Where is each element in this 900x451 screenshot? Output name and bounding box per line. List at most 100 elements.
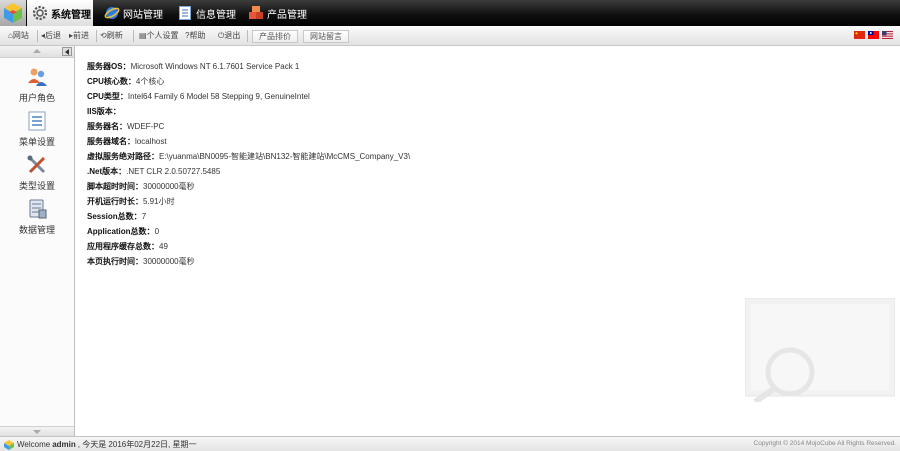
refresh-button[interactable]: ⟲刷新: [100, 29, 123, 43]
sidebar-header: [0, 46, 74, 58]
sidebar-item-type-settings[interactable]: 类型设置: [0, 154, 74, 196]
tab-label: 网站管理: [123, 9, 163, 21]
flag-tw-icon[interactable]: [868, 31, 879, 39]
info-key: 本页执行时间：: [87, 257, 143, 266]
gear-icon: [32, 5, 48, 21]
info-value: 49: [159, 242, 168, 251]
info-key: CPU核心数：: [87, 77, 136, 86]
sidebar: 用户角色 菜单设置 类型设置 数据管理: [0, 46, 75, 436]
forward-button[interactable]: ▸前进: [69, 29, 89, 43]
home-button[interactable]: ⌂网站: [8, 29, 29, 43]
info-value: WDEF-PC: [127, 122, 165, 131]
tab-label: 产品管理: [267, 9, 307, 21]
tab-label: 信息管理: [196, 9, 236, 21]
collapse-sidebar-button[interactable]: [62, 47, 72, 56]
users-icon: [28, 68, 47, 86]
info-value: 5.91小时: [143, 197, 175, 206]
flag-us-icon[interactable]: [882, 31, 893, 39]
info-value: .NET CLR 2.0.50727.5485: [126, 167, 221, 176]
tools-icon: [27, 155, 46, 174]
info-row-page-execution-time: 本页执行时间：30000000毫秒: [87, 255, 195, 269]
help-button[interactable]: ?帮助: [185, 29, 205, 43]
website-messages-button[interactable]: 网站留言: [303, 30, 349, 43]
toolbar-label: 前进: [73, 31, 90, 40]
info-row-server-name: 服务器名：WDEF-PC: [87, 120, 164, 134]
tab-website-management[interactable]: 网站管理: [104, 0, 163, 26]
info-row-cpu-cores: CPU核心数：4个核心: [87, 75, 164, 89]
sidebar-footer: [0, 426, 74, 436]
magnifier-watermark-icon: [745, 298, 895, 402]
info-value: 30000000毫秒: [143, 182, 195, 191]
info-row-os: 服务器OS：Microsoft Windows NT 6.1.7601 Serv…: [87, 60, 299, 74]
info-row-dotnet-version: .Net版本：.NET CLR 2.0.50727.5485: [87, 165, 220, 179]
sidebar-item-label: 数据管理: [18, 225, 55, 235]
info-key: .Net版本：: [87, 167, 127, 176]
info-value: 0: [154, 227, 160, 236]
sidebar-item-data-management[interactable]: 数据管理: [0, 198, 74, 240]
welcome-label: Welcome: [17, 440, 51, 449]
flag-cn-icon[interactable]: [854, 31, 865, 39]
info-row-uptime: 开机运行时长：5.91小时: [87, 195, 175, 209]
top-nav-bar: 系统管理 网站管理 信息管理 产品管理: [0, 0, 900, 26]
current-date: , 今天是 2016年02月22日, 星期一: [77, 440, 197, 449]
sidebar-item-label: 用户角色: [18, 93, 55, 103]
scroll-down-icon[interactable]: [33, 430, 41, 434]
globe-icon: [104, 5, 120, 21]
info-value: 7: [141, 212, 147, 221]
info-key: IIS版本：: [87, 107, 121, 116]
info-value: Intel64 Family 6 Model 58 Stepping 9, Ge…: [127, 92, 310, 101]
tab-label: 系统管理: [51, 9, 91, 21]
product-pricing-button[interactable]: 产品排价: [252, 30, 298, 43]
info-row-iis-version: IIS版本：: [87, 105, 121, 119]
toolbar-divider: [37, 30, 38, 42]
info-row-server-domain: 服务器域名：localhost: [87, 135, 167, 149]
tab-product-management[interactable]: 产品管理: [248, 0, 307, 26]
boxes-icon: [248, 5, 264, 21]
back-button[interactable]: ◂后退: [41, 29, 61, 43]
document-icon: [177, 5, 193, 21]
personal-settings-button[interactable]: ▤个人设置: [139, 29, 179, 43]
info-value: 4个核心: [135, 77, 165, 86]
toolbar-label: 帮助: [189, 31, 206, 40]
info-key: Session总数：: [87, 212, 142, 221]
menu-list-icon: [28, 111, 46, 131]
settings-icon: ▤: [139, 31, 147, 40]
toolbar-label: 退出: [224, 31, 241, 40]
toolbar-divider: [96, 30, 97, 42]
toolbar-label: 后退: [45, 31, 62, 40]
info-key: 服务器名：: [87, 122, 127, 131]
copyright-text: Copyright © 2014 MojoCube All Rights Res…: [753, 440, 896, 447]
info-key: 应用程序缓存总数：: [87, 242, 159, 251]
info-value: Microsoft Windows NT 6.1.7601 Service Pa…: [130, 62, 300, 71]
info-value: E:\yuanma\BN0095-智能建站\BN132-智能建站\McCMS_C…: [159, 152, 411, 161]
info-row-application-count: Application总数：0: [87, 225, 159, 239]
info-value: localhost: [135, 137, 167, 146]
info-row-virtual-path: 虚拟服务绝对路径：E:\yuanma\BN0095-智能建站\BN132-智能建…: [87, 150, 410, 164]
info-key: 脚本超时时间：: [87, 182, 143, 191]
info-key: 服务器OS：: [87, 62, 131, 71]
info-row-cache-count: 应用程序缓存总数：49: [87, 240, 168, 254]
toolbar-label: 个人设置: [146, 31, 179, 40]
scroll-up-icon[interactable]: [33, 49, 41, 53]
info-key: Application总数：: [87, 227, 155, 236]
info-row-session-count: Session总数：7: [87, 210, 146, 224]
toolbar-divider: [133, 30, 134, 42]
cube-logo-icon: [4, 3, 22, 23]
sidebar-item-menu-settings[interactable]: 菜单设置: [0, 110, 74, 152]
database-icon: [29, 199, 47, 219]
info-key: 虚拟服务绝对路径：: [87, 152, 159, 161]
tab-info-management[interactable]: 信息管理: [177, 0, 236, 26]
info-key: 服务器域名：: [87, 137, 135, 146]
toolbar: ⌂网站 ◂后退 ▸前进 ⟲刷新 ▤个人设置 ?帮助 ⏻退出 产品排价 网站留言: [0, 26, 900, 46]
tab-system-management[interactable]: 系统管理: [27, 0, 93, 26]
info-key: CPU类型：: [87, 92, 128, 101]
refresh-icon: ⟲: [100, 31, 107, 40]
info-row-script-timeout: 脚本超时时间：30000000毫秒: [87, 180, 195, 194]
logout-button[interactable]: ⏻退出: [218, 29, 240, 43]
status-bar: Welcome admin , 今天是 2016年02月22日, 星期一 Cop…: [0, 436, 900, 451]
username: admin: [52, 440, 76, 449]
sidebar-item-user-roles[interactable]: 用户角色: [0, 66, 74, 108]
sidebar-item-label: 菜单设置: [18, 137, 55, 147]
sidebar-item-label: 类型设置: [18, 181, 55, 191]
info-row-cpu-type: CPU类型：Intel64 Family 6 Model 58 Stepping…: [87, 90, 310, 104]
